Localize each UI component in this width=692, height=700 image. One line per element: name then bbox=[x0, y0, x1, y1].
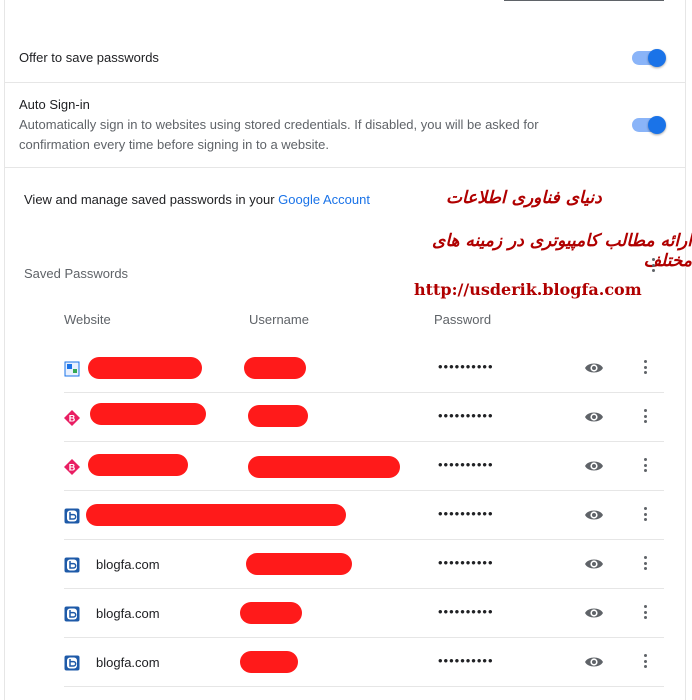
row-more-actions-icon[interactable] bbox=[644, 556, 648, 573]
auto-signin-label: Auto Sign-in bbox=[19, 97, 90, 112]
redaction-mark bbox=[244, 357, 306, 379]
divider bbox=[5, 82, 685, 83]
column-header-password: Password bbox=[434, 312, 492, 327]
row-website: blogfa.com bbox=[96, 655, 160, 670]
row-password: •••••••••• bbox=[438, 604, 494, 619]
row-password: •••••••••• bbox=[438, 408, 494, 423]
row-password: •••••••••• bbox=[438, 506, 494, 521]
redaction-mark bbox=[240, 602, 302, 624]
svg-text:B: B bbox=[69, 414, 76, 424]
offer-to-save-label: Offer to save passwords bbox=[19, 50, 159, 65]
row-website: blogfa.com bbox=[96, 606, 160, 621]
row-password: •••••••••• bbox=[438, 653, 494, 668]
watermark-url: http://usderik.blogfa.com bbox=[414, 280, 642, 299]
password-row: blogfa.com •••••••••• bbox=[64, 540, 664, 589]
password-row: blogfa.com •••••••••• bbox=[64, 589, 664, 638]
redaction-mark bbox=[90, 403, 206, 425]
show-password-eye-icon[interactable] bbox=[584, 605, 604, 621]
google-account-link[interactable]: Google Account bbox=[278, 192, 370, 207]
pink-b-favicon-icon: B bbox=[64, 459, 80, 475]
password-row: blogfa.com •••••••••• bbox=[64, 638, 664, 687]
manage-text: View and manage saved passwords in your bbox=[24, 192, 275, 207]
watermark-title: دنیای فناوری اطلاعات bbox=[446, 188, 602, 208]
pink-b-favicon-icon: B bbox=[64, 410, 80, 426]
row-password: •••••••••• bbox=[438, 555, 494, 570]
auto-signin-toggle[interactable] bbox=[632, 116, 666, 134]
column-header-username: Username bbox=[249, 312, 309, 327]
row-more-actions-icon[interactable] bbox=[644, 360, 648, 377]
row-more-actions-icon[interactable] bbox=[644, 654, 648, 671]
password-row: B •••••••••• bbox=[64, 393, 664, 442]
redaction-mark bbox=[248, 405, 308, 427]
watermark-subtitle: ارائه مطالب کامپیوتری در زمینه های مختلف bbox=[432, 231, 692, 271]
blogfa-favicon-icon bbox=[64, 606, 80, 622]
toggle-knob bbox=[648, 49, 666, 67]
show-password-eye-icon[interactable] bbox=[584, 458, 604, 474]
show-password-eye-icon[interactable] bbox=[584, 654, 604, 670]
row-more-actions-icon[interactable] bbox=[644, 605, 648, 622]
password-row: •••••••••• bbox=[64, 491, 664, 540]
offer-to-save-toggle[interactable] bbox=[632, 49, 666, 67]
row-more-actions-icon[interactable] bbox=[644, 458, 648, 475]
svg-text:B: B bbox=[69, 463, 76, 473]
show-password-eye-icon[interactable] bbox=[584, 507, 604, 523]
blogfa-favicon-icon bbox=[64, 508, 80, 524]
blogfa-favicon-icon bbox=[64, 557, 80, 573]
saved-passwords-more-icon[interactable] bbox=[652, 258, 656, 275]
row-more-actions-icon[interactable] bbox=[644, 409, 648, 426]
show-password-eye-icon[interactable] bbox=[584, 360, 604, 376]
auto-signin-description: Automatically sign in to websites using … bbox=[19, 117, 539, 152]
password-row: B •••••••••• bbox=[64, 442, 664, 491]
divider bbox=[5, 167, 685, 168]
show-password-eye-icon[interactable] bbox=[584, 556, 604, 572]
redaction-mark bbox=[88, 357, 202, 379]
row-divider bbox=[64, 686, 664, 687]
manage-passwords-text: View and manage saved passwords in your … bbox=[24, 192, 370, 207]
generic-favicon-icon bbox=[64, 361, 80, 377]
toggle-knob bbox=[648, 116, 666, 134]
blogfa-favicon-icon bbox=[64, 655, 80, 671]
redaction-mark bbox=[240, 651, 298, 673]
row-password: •••••••••• bbox=[438, 457, 494, 472]
top-divider bbox=[504, 0, 664, 1]
redaction-mark bbox=[88, 454, 188, 476]
redaction-mark bbox=[246, 553, 352, 575]
redaction-mark bbox=[248, 456, 400, 478]
row-password: •••••••••• bbox=[438, 359, 494, 374]
saved-passwords-title: Saved Passwords bbox=[24, 266, 129, 281]
show-password-eye-icon[interactable] bbox=[584, 409, 604, 425]
row-website: blogfa.com bbox=[96, 557, 160, 572]
password-row: •••••••••• bbox=[64, 344, 664, 393]
row-more-actions-icon[interactable] bbox=[644, 507, 648, 524]
column-header-website: Website bbox=[64, 312, 111, 327]
redaction-mark bbox=[86, 504, 346, 526]
